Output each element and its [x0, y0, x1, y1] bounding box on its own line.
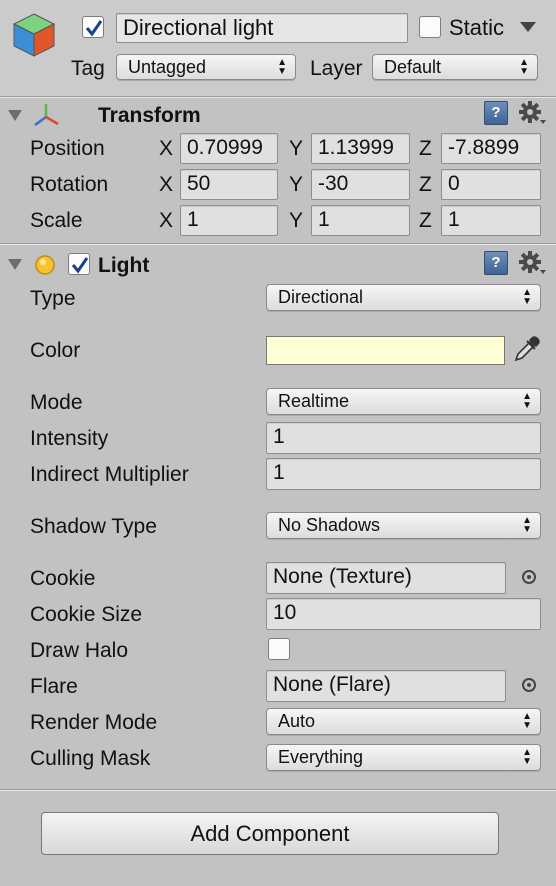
intensity-field[interactable]: 1 [266, 422, 541, 454]
cookie-label: Cookie [30, 567, 96, 590]
axis-z-label: Z [419, 137, 432, 160]
transform-axes-icon [32, 102, 60, 133]
active-checkbox[interactable] [82, 16, 104, 38]
add-component-button[interactable]: Add Component [41, 812, 499, 855]
type-value: Directional [278, 287, 364, 307]
render-mode-label: Render Mode [30, 711, 158, 734]
position-z-field[interactable]: -7.8899 [441, 133, 541, 164]
layer-dropdown[interactable]: Default ▲ ▼ [372, 54, 538, 80]
axis-z-label: Z [419, 173, 432, 196]
culling-mask-label: Culling Mask [30, 747, 151, 770]
tag-label: Tag [71, 57, 105, 80]
divider [0, 97, 556, 98]
axis-x-label: X [159, 173, 174, 196]
indirect-multiplier-label: Indirect Multiplier [30, 463, 189, 486]
cookie-size-label: Cookie Size [30, 603, 143, 626]
render-mode-value: Auto [278, 711, 316, 731]
static-checkbox[interactable] [419, 16, 441, 38]
light-foldout-arrow-icon[interactable] [8, 259, 22, 270]
add-component-label: Add Component [190, 821, 350, 846]
scale-z-field[interactable]: 1 [441, 205, 541, 236]
rotation-x-field[interactable]: 50 [180, 169, 278, 200]
tag-dropdown[interactable]: Untagged ▲ ▼ [116, 54, 296, 80]
gear-icon[interactable] [518, 250, 548, 283]
dropdown-arrows-icon: ▲ ▼ [519, 57, 529, 77]
position-label: Position [30, 137, 105, 160]
rotation-label: Rotation [30, 173, 109, 196]
color-label: Color [30, 339, 81, 362]
object-picker-icon[interactable] [522, 570, 536, 584]
help-book-icon[interactable]: ? [484, 251, 508, 275]
object-name-field[interactable]: Directional light [116, 13, 408, 43]
shadow-type-dropdown[interactable]: No Shadows ▲ ▼ [266, 512, 541, 539]
indirect-multiplier-field[interactable]: 1 [266, 458, 541, 490]
render-mode-dropdown[interactable]: Auto ▲ ▼ [266, 708, 541, 735]
type-dropdown[interactable]: Directional ▲ ▼ [266, 284, 541, 311]
axis-y-label: Y [289, 137, 304, 160]
mode-label: Mode [30, 391, 83, 414]
shadow-type-label: Shadow Type [30, 515, 157, 538]
draw-halo-label: Draw Halo [30, 639, 129, 662]
tag-value: Untagged [128, 57, 207, 77]
object-picker-icon[interactable] [522, 678, 536, 692]
rotation-z-field[interactable]: 0 [441, 169, 541, 200]
axis-z-label: Z [419, 209, 432, 232]
gear-icon[interactable] [518, 100, 548, 133]
scale-label: Scale [30, 209, 83, 232]
dropdown-arrows-icon: ▲ ▼ [522, 747, 532, 767]
scale-y-field[interactable]: 1 [311, 205, 410, 236]
dropdown-arrows-icon: ▲ ▼ [277, 57, 287, 77]
mode-value: Realtime [278, 391, 350, 411]
shadow-type-value: No Shadows [278, 515, 381, 535]
layer-label: Layer [310, 57, 363, 80]
axis-y-label: Y [289, 173, 304, 196]
flare-object-field[interactable]: None (Flare) [266, 670, 506, 702]
intensity-label: Intensity [30, 427, 109, 450]
gameobject-cube-icon [10, 10, 58, 63]
help-book-icon[interactable]: ? [484, 101, 508, 125]
transform-foldout-arrow-icon[interactable] [8, 110, 22, 121]
divider [0, 244, 556, 245]
static-dropdown-arrow-icon[interactable] [520, 22, 536, 32]
dropdown-arrows-icon: ▲ ▼ [522, 711, 532, 731]
flare-label: Flare [30, 675, 78, 698]
position-y-field[interactable]: 1.13999 [311, 133, 410, 164]
color-swatch[interactable] [266, 336, 505, 365]
culling-mask-dropdown[interactable]: Everything ▲ ▼ [266, 744, 541, 771]
layer-value: Default [384, 57, 442, 77]
cookie-size-field[interactable]: 10 [266, 598, 541, 630]
light-enabled-checkbox[interactable] [68, 253, 90, 275]
axis-x-label: X [159, 137, 174, 160]
axis-y-label: Y [289, 209, 304, 232]
culling-mask-value: Everything [278, 747, 364, 767]
divider [0, 790, 556, 791]
transform-title: Transform [98, 104, 201, 127]
dropdown-arrows-icon: ▲ ▼ [522, 287, 532, 307]
static-label: Static [449, 15, 505, 40]
dropdown-arrows-icon: ▲ ▼ [522, 515, 532, 535]
mode-dropdown[interactable]: Realtime ▲ ▼ [266, 388, 541, 415]
draw-halo-checkbox[interactable] [268, 638, 290, 660]
dropdown-arrows-icon: ▲ ▼ [522, 391, 532, 411]
position-x-field[interactable]: 0.70999 [180, 133, 278, 164]
cookie-object-field[interactable]: None (Texture) [266, 562, 506, 594]
scale-x-field[interactable]: 1 [180, 205, 278, 236]
type-label: Type [30, 287, 76, 310]
axis-x-label: X [159, 209, 174, 232]
light-title: Light [98, 254, 150, 277]
eyedropper-icon[interactable] [512, 334, 542, 369]
rotation-y-field[interactable]: -30 [311, 169, 410, 200]
light-bulb-icon [34, 254, 56, 281]
